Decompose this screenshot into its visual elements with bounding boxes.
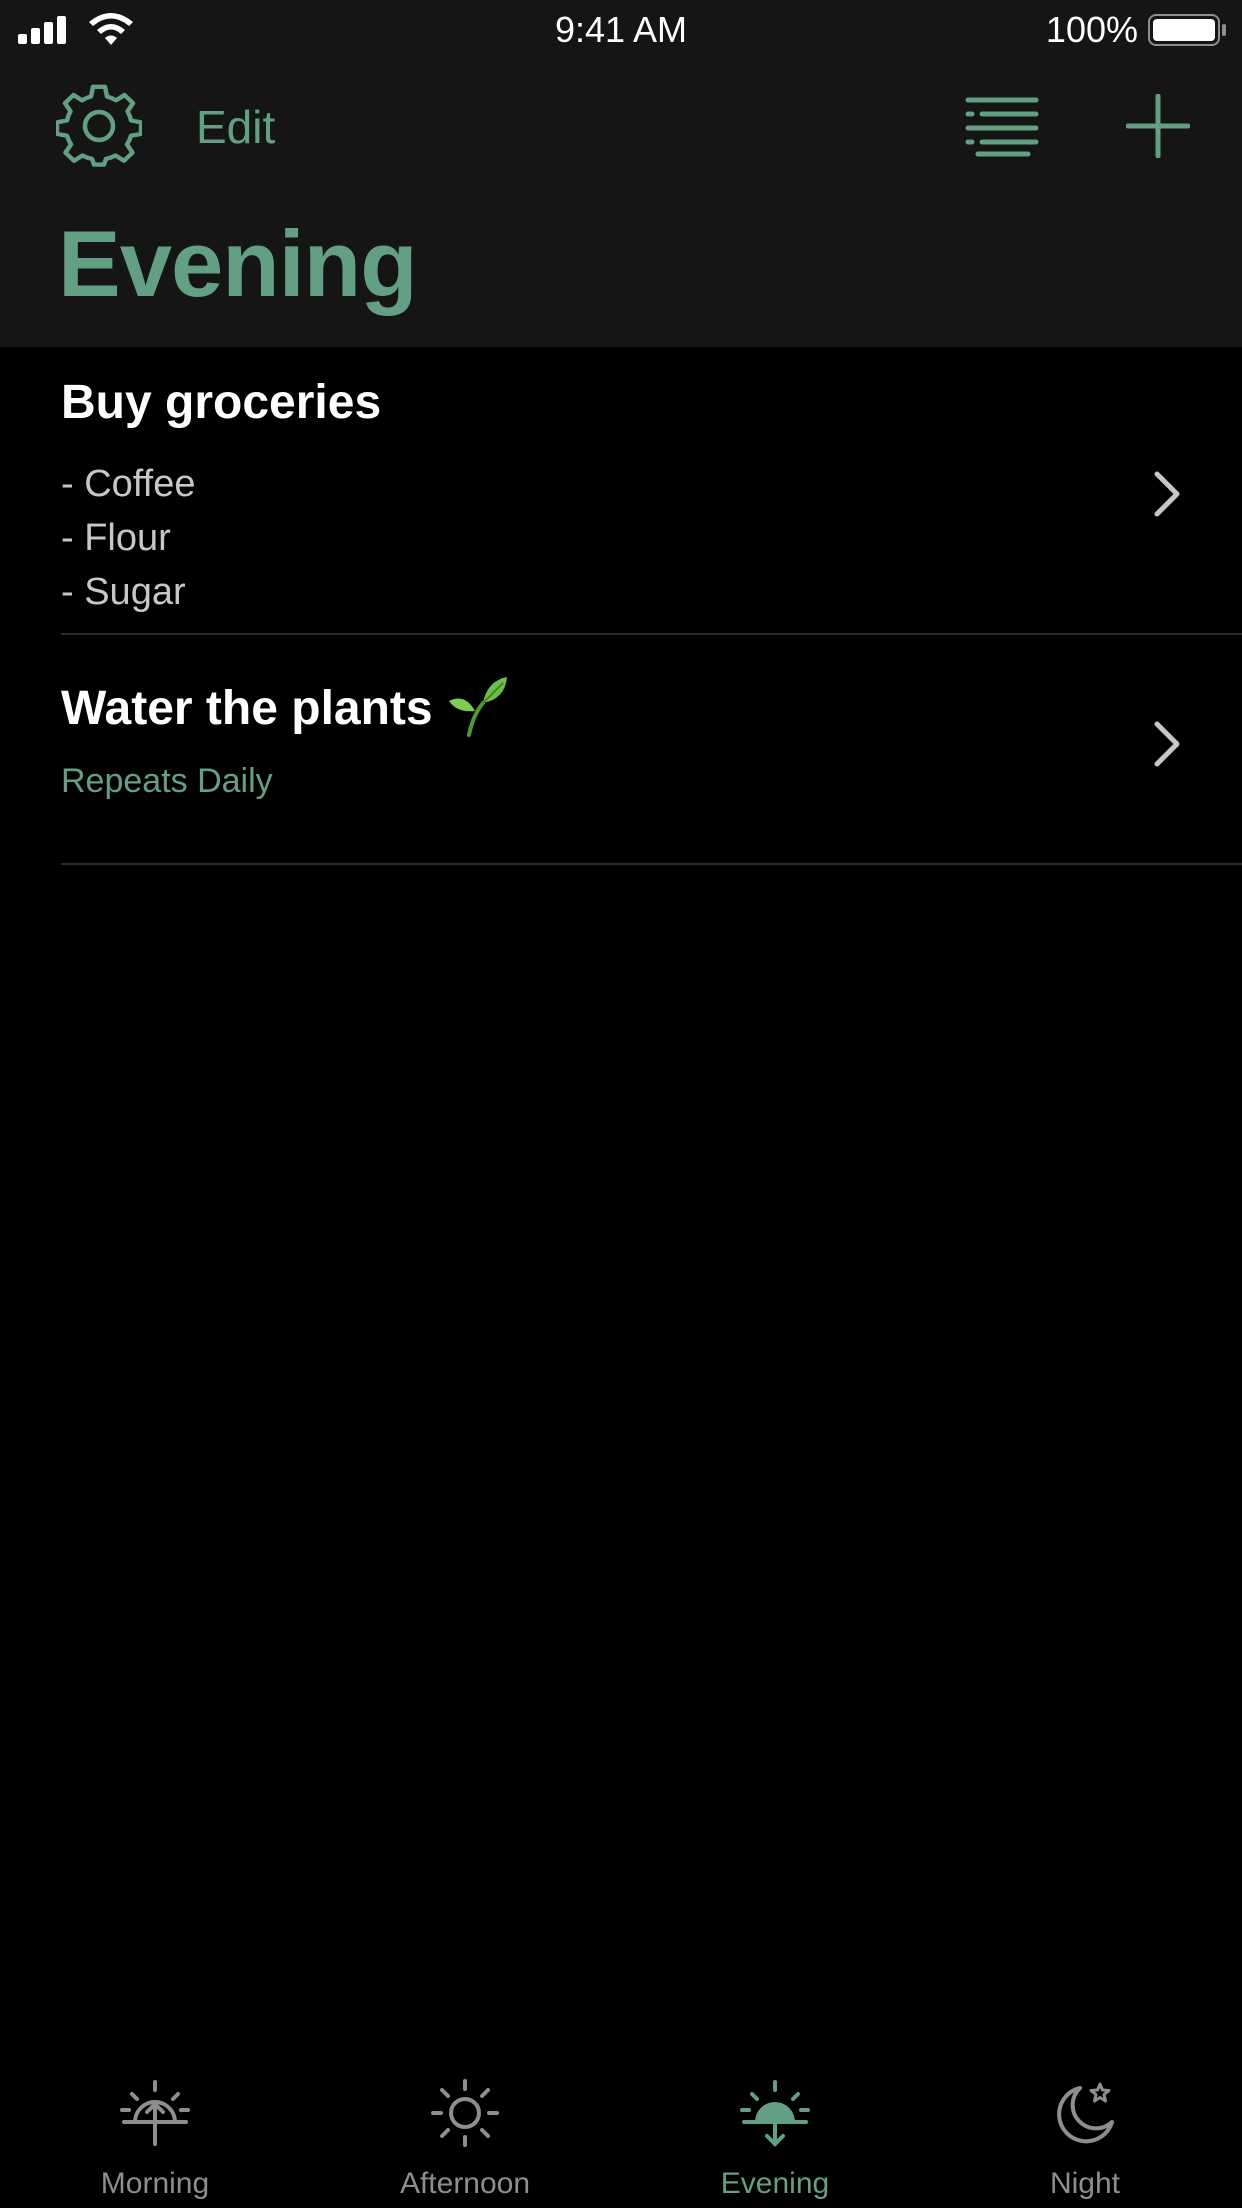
tab-morning[interactable]: Morning (0, 2060, 310, 2208)
tab-night[interactable]: Night (930, 2060, 1240, 2208)
task-title: Water the plants (61, 682, 433, 735)
chevron-right-icon (1154, 471, 1180, 517)
nav-bar: Edit (0, 70, 1242, 180)
gear-icon[interactable] (56, 84, 142, 170)
task-notes: - Coffee - Flour - Sugar (61, 457, 195, 619)
task-note-line: - Flour (61, 517, 171, 559)
task-list: Buy groceries - Coffee - Flour - Sugar W… (0, 347, 1242, 865)
plus-icon[interactable] (1126, 94, 1190, 158)
edit-button[interactable]: Edit (196, 100, 275, 154)
row-divider (61, 863, 1242, 865)
page-title: Evening (58, 211, 418, 316)
list-sort-icon[interactable] (964, 94, 1040, 160)
tab-label: Evening (720, 2167, 830, 2200)
tab-bar: Morning Afternoon Evening Night (0, 2060, 1242, 2208)
sunrise-icon (120, 2080, 190, 2146)
task-note-line: - Sugar (61, 571, 186, 613)
tab-label: Night (1049, 2167, 1121, 2200)
tab-afternoon[interactable]: Afternoon (310, 2060, 620, 2208)
battery-percent: 100% (1045, 9, 1138, 50)
repeat-label: Repeats Daily (61, 762, 273, 800)
task-row-water-the-plants[interactable]: Water the plants Repeats Daily (0, 635, 1242, 865)
seedling-icon (448, 677, 507, 738)
tab-label: Morning (100, 2167, 210, 2200)
tab-label: Afternoon (399, 2167, 531, 2200)
moon-star-icon (1057, 2082, 1114, 2144)
header: 9:41 AM 100% Edit Evening (0, 0, 1242, 347)
sunset-icon (740, 2080, 810, 2147)
status-bar: 9:41 AM 100% (0, 0, 1242, 60)
tab-evening[interactable]: Evening (620, 2060, 930, 2208)
task-title: Buy groceries (61, 376, 382, 429)
task-note-line: - Coffee (61, 463, 196, 505)
sun-icon (431, 2079, 499, 2147)
task-title-wrap: Water the plants (61, 677, 509, 738)
chevron-right-icon (1154, 721, 1180, 767)
task-row-buy-groceries[interactable]: Buy groceries - Coffee - Flour - Sugar (0, 347, 1242, 635)
battery-icon (1148, 14, 1226, 46)
